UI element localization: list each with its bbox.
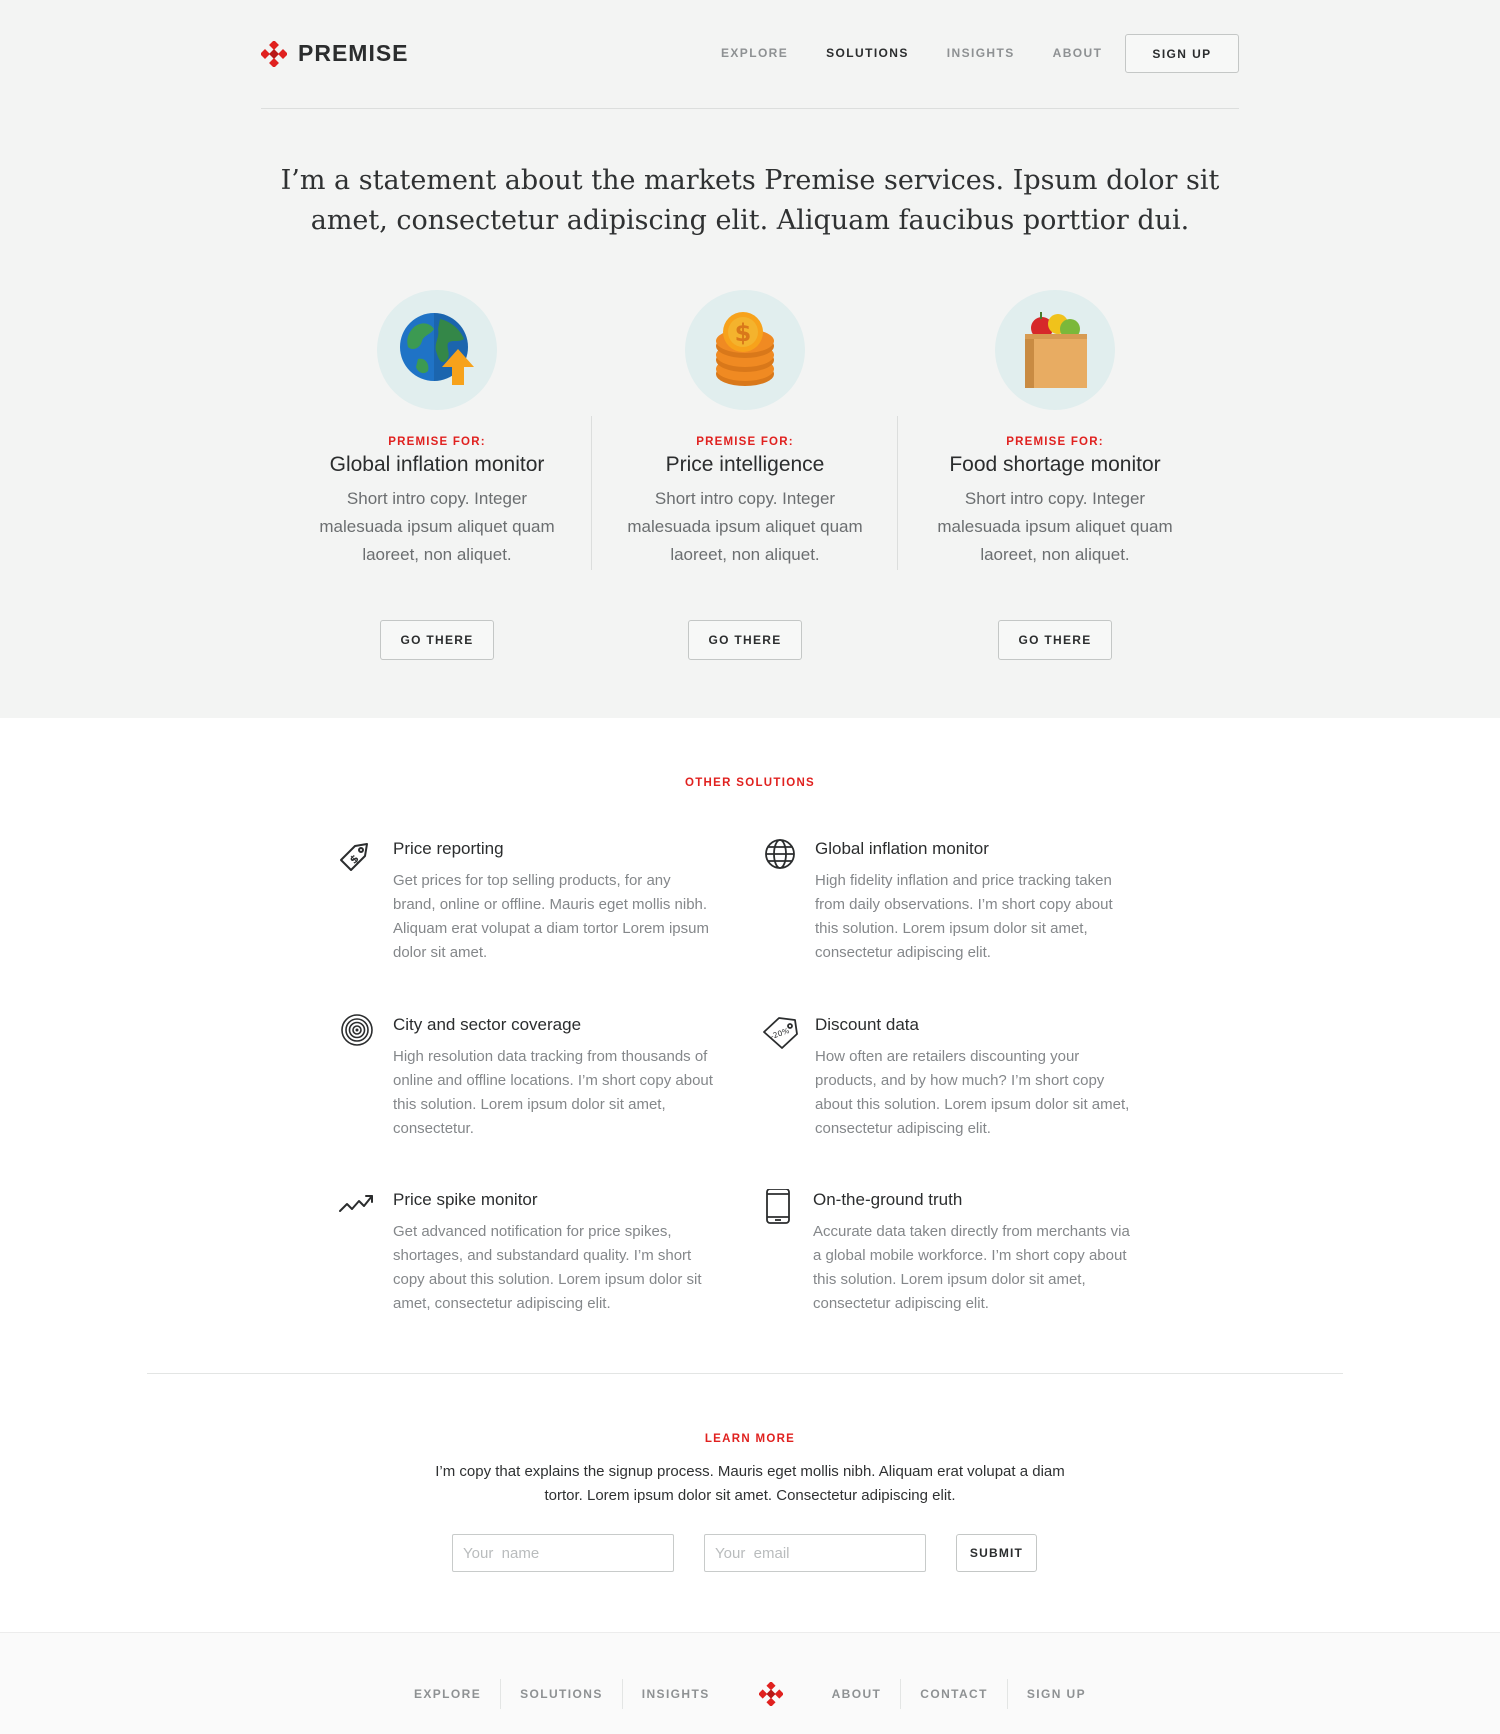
name-input[interactable] — [452, 1534, 674, 1572]
go-there-button[interactable]: GO THERE — [380, 620, 494, 660]
learn-more-heading: LEARN MORE — [704, 1433, 796, 1445]
other-solutions-heading: OTHER SOLUTIONS — [684, 777, 816, 789]
feature-card-global-inflation: PREMISE FOR: Global inflation monitor Sh… — [297, 290, 577, 660]
logo[interactable]: PREMISE — [261, 40, 409, 67]
feature-eyebrow: PREMISE FOR: — [1006, 436, 1104, 448]
feature-title: Food shortage monitor — [949, 453, 1161, 476]
feature-description: Short intro copy. Integer malesuada ipsu… — [937, 489, 1173, 564]
nav-insights[interactable]: INSIGHTS — [947, 46, 1015, 60]
solution-description: Get advanced notification for price spik… — [393, 1223, 702, 1312]
feature-description: Short intro copy. Integer malesuada ipsu… — [627, 489, 863, 564]
discount-tag-text: -20% — [769, 1026, 790, 1041]
premise-logo-icon[interactable] — [758, 1682, 783, 1706]
target-icon — [341, 1014, 373, 1046]
hero-statement: I’m a statement about the markets Premis… — [280, 165, 1220, 236]
feature-icon-circle — [377, 290, 497, 410]
feature-divider — [591, 416, 592, 570]
footer-nav: EXPLORE SOLUTIONS INSIGHTS ABOUT CONTACT… — [0, 1679, 1500, 1709]
feature-description: Short intro copy. Integer malesuada ipsu… — [319, 489, 555, 564]
feature-title: Price intelligence — [665, 453, 825, 476]
site-header: PREMISE EXPLORE SOLUTIONS INSIGHTS ABOUT… — [261, 0, 1239, 109]
mobile-phone-icon — [766, 1189, 790, 1224]
discount-tag-icon: -20% — [763, 1017, 798, 1049]
premise-logo-icon — [261, 40, 287, 67]
grocery-bag-icon — [1025, 312, 1087, 388]
learn-more-section: LEARN MORE I’m copy that explains the si… — [0, 1374, 1500, 1632]
solution-description: Get prices for top selling products, for… — [393, 872, 709, 961]
solution-title: Discount data — [815, 1015, 919, 1034]
coins-icon: $ — [716, 312, 774, 386]
hero-section: PREMISE EXPLORE SOLUTIONS INSIGHTS ABOUT… — [0, 0, 1500, 718]
solution-title: Price reporting — [393, 839, 504, 858]
price-tag-icon: $ — [340, 843, 368, 871]
feature-eyebrow: PREMISE FOR: — [696, 436, 794, 448]
feature-title: Global inflation monitor — [329, 453, 545, 476]
feature-divider — [897, 416, 898, 570]
other-solutions-section: OTHER SOLUTIONS $ Price reporting Get pr… — [0, 718, 1500, 1374]
feature-cards: PREMISE FOR: Global inflation monitor Sh… — [0, 290, 1500, 670]
solution-description: Accurate data taken directly from mercha… — [813, 1223, 1130, 1312]
solution-title: On-the-ground truth — [813, 1190, 963, 1209]
learn-more-copy: I’m copy that explains the signup proces… — [435, 1463, 1065, 1504]
nav-explore[interactable]: EXPLORE — [721, 46, 788, 60]
feature-card-price-intelligence: $ PREMISE FOR: Price intelligence Short … — [605, 290, 885, 660]
feature-icon-circle: $ — [685, 290, 805, 410]
trend-up-icon — [339, 1195, 373, 1212]
go-there-button[interactable]: GO THERE — [688, 620, 802, 660]
footer-link-insights[interactable]: INSIGHTS — [623, 1679, 729, 1709]
footer-link-solutions[interactable]: SOLUTIONS — [501, 1679, 622, 1709]
footer-link-about[interactable]: ABOUT — [813, 1679, 901, 1709]
feature-eyebrow: PREMISE FOR: — [388, 436, 486, 448]
solution-description: High fidelity inflation and price tracki… — [815, 872, 1113, 961]
globe-upload-icon — [400, 313, 474, 385]
site-footer: EXPLORE SOLUTIONS INSIGHTS ABOUT CONTACT… — [0, 1632, 1500, 1734]
solution-title: Global inflation monitor — [815, 839, 989, 858]
feature-card-food-shortage: PREMISE FOR: Food shortage monitor Short… — [915, 290, 1195, 660]
learn-more-copy-wrap: I’m copy that explains the signup proces… — [0, 1460, 1500, 1508]
solution-description: How often are retailers discounting your… — [815, 1048, 1130, 1137]
submit-button[interactable]: SUBMIT — [956, 1534, 1037, 1572]
svg-text:$: $ — [347, 852, 362, 867]
signup-button[interactable]: SIGN UP — [1125, 34, 1239, 73]
globe-icon — [765, 839, 795, 869]
email-input[interactable] — [704, 1534, 926, 1572]
go-there-button[interactable]: GO THERE — [998, 620, 1112, 660]
solution-description: High resolution data tracking from thous… — [393, 1048, 713, 1137]
nav-solutions[interactable]: SOLUTIONS — [826, 46, 909, 60]
feature-icon-circle — [995, 290, 1115, 410]
footer-link-explore[interactable]: EXPLORE — [395, 1679, 500, 1709]
footer-link-contact[interactable]: CONTACT — [901, 1679, 1007, 1709]
nav-about[interactable]: ABOUT — [1053, 46, 1103, 60]
solution-title: City and sector coverage — [393, 1015, 582, 1034]
footer-link-signup[interactable]: SIGN UP — [1008, 1679, 1105, 1709]
brand-name: PREMISE — [298, 40, 409, 66]
solution-title: Price spike monitor — [393, 1190, 538, 1209]
svg-text:$: $ — [735, 319, 752, 347]
main-nav: EXPLORE SOLUTIONS INSIGHTS ABOUT — [721, 46, 1140, 60]
